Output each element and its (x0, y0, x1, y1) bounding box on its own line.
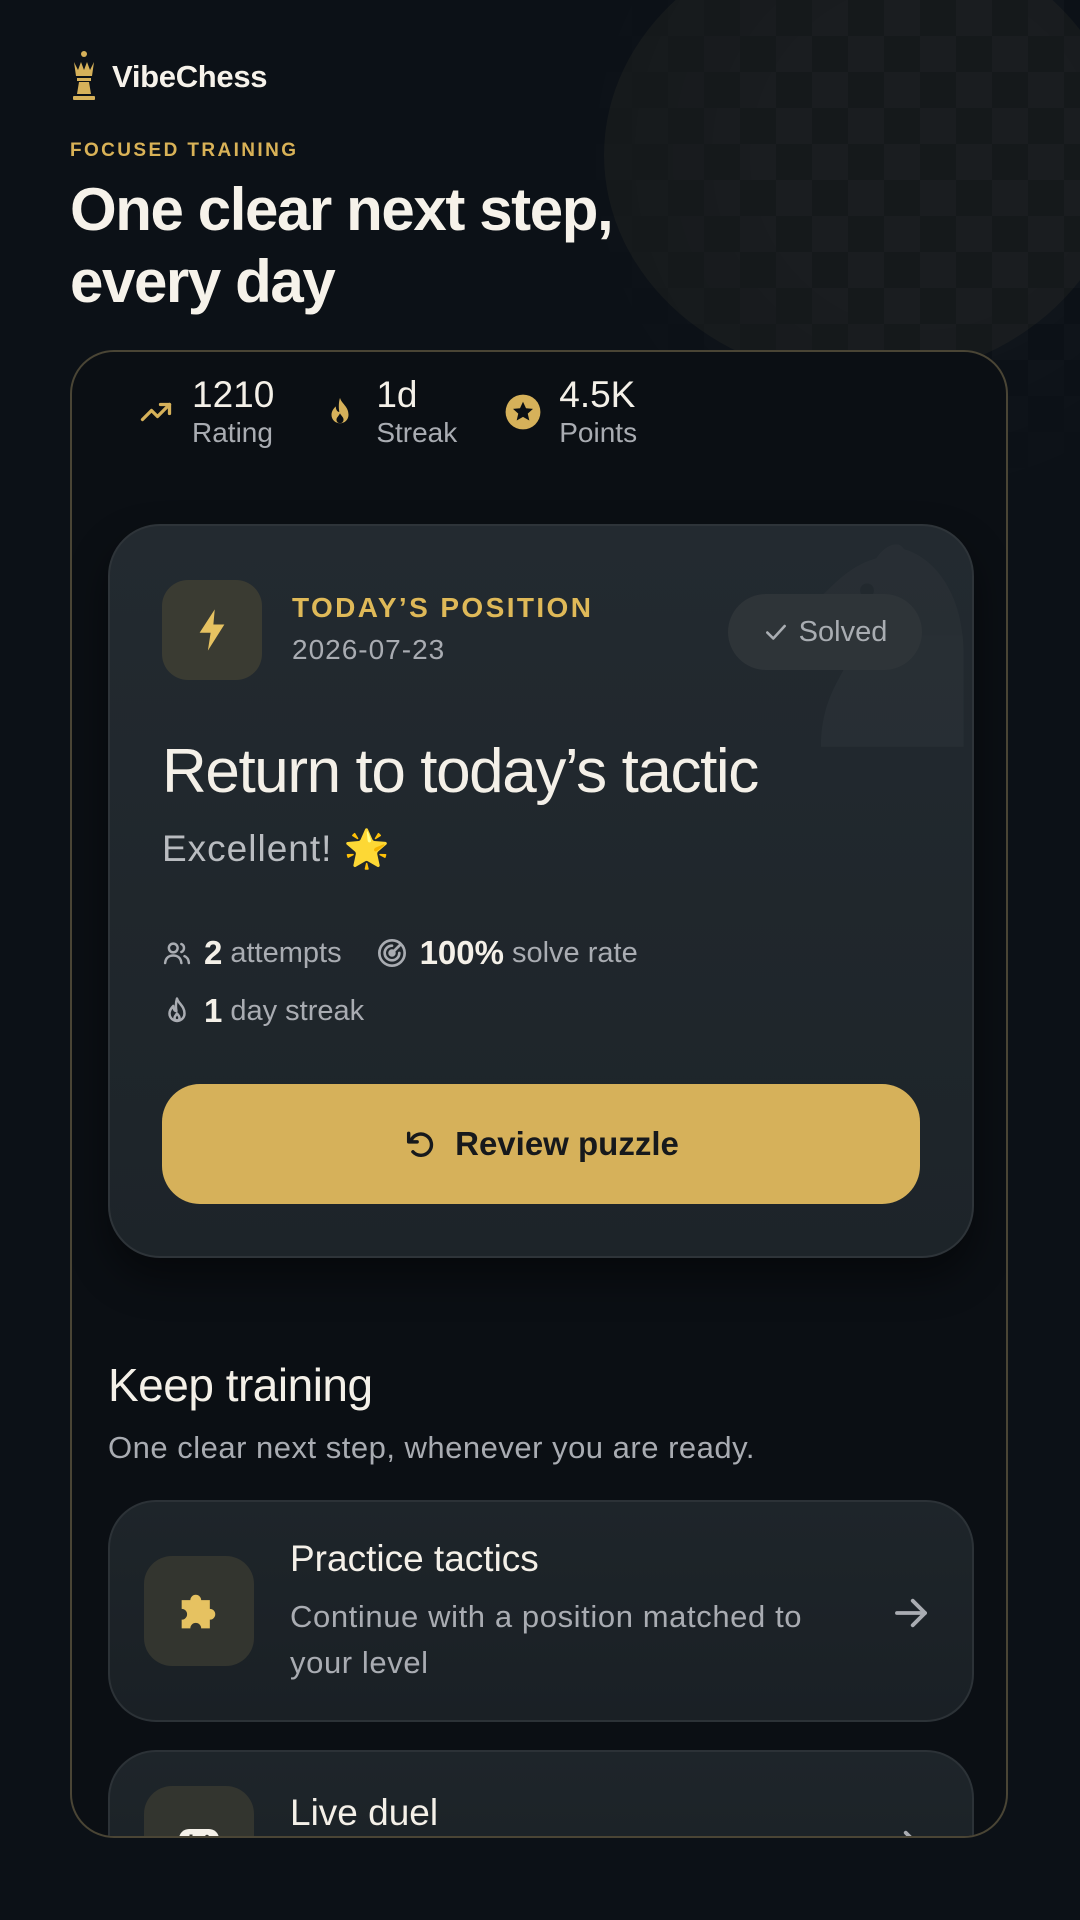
brand[interactable]: VibeChess (70, 50, 268, 104)
section-title: Keep training (108, 1359, 373, 1411)
card-title: Return to today’s tactic (162, 737, 759, 806)
practice-tactics-card[interactable]: Practice tactics Continue with a positio… (108, 1500, 974, 1722)
dashboard-panel: 1210 Rating 1d Streak 4.5K Points TODAY’… (70, 350, 1008, 1838)
status-badge: Solved (728, 594, 922, 670)
users-icon (163, 942, 191, 965)
brand-name: VibeChess (112, 59, 268, 94)
page-title: One clear next step, every day (70, 174, 614, 318)
daily-puzzle-card[interactable]: TODAY’S POSITION 2026-07-23 Solved Retur… (108, 524, 974, 1258)
streak-count: 1 (204, 992, 223, 1029)
status-badge-label: Solved (798, 615, 888, 648)
review-puzzle-button[interactable]: Review puzzle (162, 1084, 920, 1204)
card-eyebrow: TODAY’S POSITION (292, 592, 594, 623)
stat-points[interactable]: 4.5K Points (503, 374, 637, 450)
review-puzzle-label: Review puzzle (455, 1125, 679, 1162)
bolt-icon (199, 609, 225, 651)
stat-value: 1210 (192, 374, 275, 415)
result-message: Excellent! 🌟 (162, 828, 391, 869)
rotate-icon (407, 1131, 434, 1157)
live-duel-title: Live duel (290, 1792, 439, 1833)
solve-rate-value: 100% (419, 934, 504, 971)
trending-up-icon (136, 392, 176, 432)
page-title-line-1: One clear next step, (70, 176, 614, 243)
gamepad-tile (144, 1786, 254, 1836)
stat-label: Streak (376, 417, 458, 448)
chevron-right-icon (903, 1830, 912, 1836)
check-icon (765, 624, 786, 640)
solve-rate-label: solve rate (511, 936, 638, 969)
stat-rating[interactable]: 1210 Rating (136, 374, 274, 450)
practice-tactics-description: Continue with a position matched to your… (290, 1599, 803, 1680)
stat-label: Rating (192, 417, 273, 448)
hero-eyebrow: FOCUSED TRAINING (70, 140, 299, 161)
bolt-tile (162, 580, 262, 680)
streak-label: day streak (230, 994, 365, 1027)
flame-icon (168, 997, 186, 1023)
section-subtitle: One clear next step, whenever you are re… (108, 1430, 755, 1465)
queen-icon (73, 51, 95, 100)
puzzle-icon (181, 1594, 216, 1629)
live-duel-card[interactable]: Live duel (108, 1750, 974, 1836)
gamepad-icon (179, 1829, 219, 1836)
stats-bar: 1210 Rating 1d Streak 4.5K Points (136, 374, 683, 450)
meta-row-1: 2 attempts 100% solve rate (162, 934, 638, 972)
target-icon (377, 939, 406, 967)
stat-value: 1d (376, 374, 418, 415)
puzzle-date: 2026-07-23 (292, 634, 446, 665)
star-icon (503, 392, 543, 432)
meta-row-2: 1 day streak (162, 992, 364, 1030)
attempts-count: 2 (204, 934, 223, 971)
practice-tactics-title: Practice tactics (290, 1538, 539, 1579)
stat-streak[interactable]: 1d Streak (320, 374, 457, 450)
page-title-line-2: every day (70, 248, 336, 315)
puzzle-tile (144, 1556, 254, 1666)
attempts-label: attempts (230, 936, 342, 969)
flame-icon (320, 392, 360, 432)
stat-label: Points (559, 417, 638, 448)
arrow-right-icon (895, 1598, 927, 1628)
stat-value: 4.5K (559, 374, 636, 415)
